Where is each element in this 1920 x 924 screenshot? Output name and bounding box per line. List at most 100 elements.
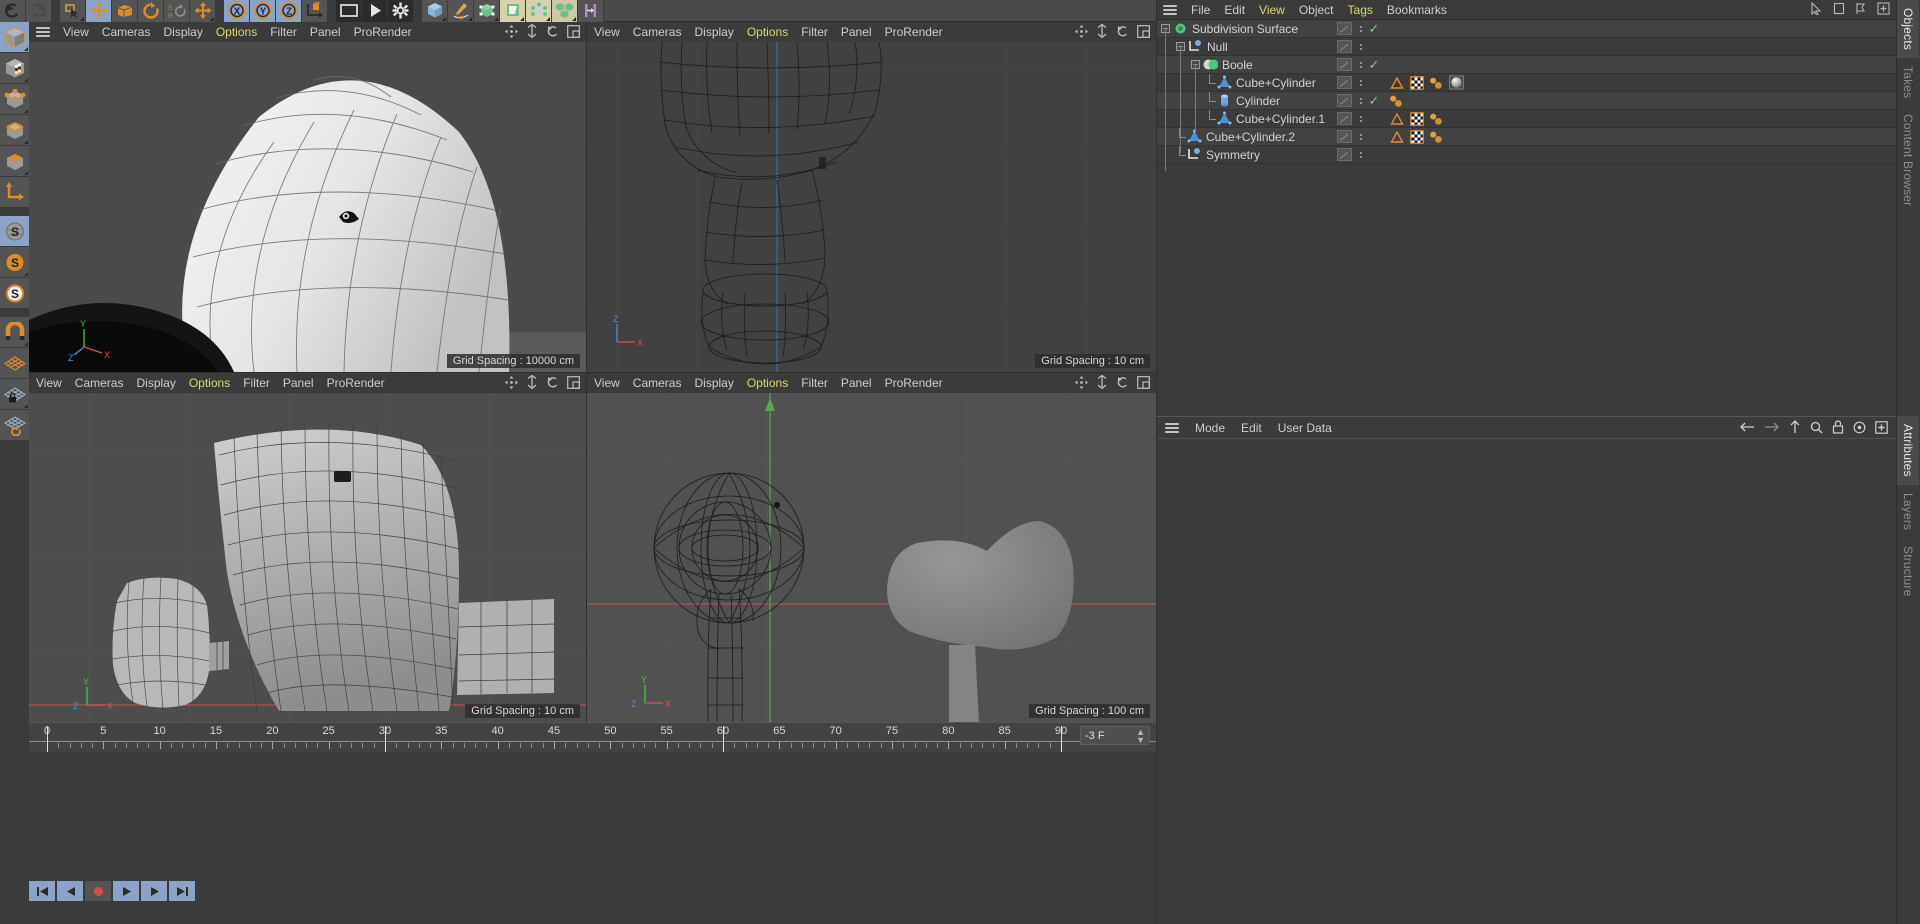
attribute-manager-menu-icon[interactable] — [1165, 423, 1179, 433]
vp1-menu-prorender[interactable]: ProRender — [354, 25, 412, 39]
right-canvas[interactable]: Y X Z — [29, 393, 586, 722]
rotate-view-icon[interactable] — [546, 376, 559, 389]
phong-tag[interactable] — [1389, 111, 1404, 126]
polygons-mode-button[interactable] — [0, 146, 29, 177]
x-axis-toggle[interactable]: X — [224, 0, 250, 22]
right-viewport[interactable]: View Cameras Display Options Filter Pane… — [29, 372, 586, 722]
vp1-menu-view[interactable]: View — [63, 25, 89, 39]
object-tree[interactable]: –Subdivision Surface✓–Null–Boole✓Cube+Cy… — [1157, 20, 1896, 164]
om-menu-file[interactable]: File — [1191, 3, 1210, 17]
texture-tag[interactable] — [1409, 129, 1424, 144]
tab-structure[interactable]: Structure — [1897, 538, 1919, 605]
layer-color-swatch[interactable] — [1337, 94, 1352, 107]
add-icon[interactable] — [1877, 2, 1890, 15]
vp4-menu-display[interactable]: Display — [694, 376, 733, 390]
visibility-dots[interactable] — [1355, 98, 1367, 104]
vp3-menu-cameras[interactable]: Cameras — [75, 376, 124, 390]
enable-axis-button[interactable]: S — [0, 216, 29, 247]
maximize-viewport-icon[interactable] — [567, 25, 580, 38]
up-arrow-icon[interactable] — [1789, 420, 1801, 434]
render-settings-button[interactable] — [388, 0, 414, 22]
vp1-menu-options[interactable]: Options — [216, 25, 257, 39]
object-name-cell[interactable]: –Boole — [1157, 56, 1333, 74]
zoom-dolly-icon[interactable] — [1096, 375, 1108, 389]
enabled-checkmark[interactable]: ✓ — [1367, 94, 1381, 107]
rotate-view-icon[interactable] — [1116, 376, 1129, 389]
texture-tag[interactable] — [1409, 75, 1424, 90]
vp3-menu-filter[interactable]: Filter — [243, 376, 270, 390]
object-row[interactable]: Cube+Cylinder.2 — [1157, 128, 1896, 146]
play-button[interactable] — [113, 881, 139, 901]
tab-layers[interactable]: Layers — [1897, 485, 1919, 538]
points-mode-button[interactable] — [0, 84, 29, 115]
object-row[interactable]: –Subdivision Surface✓ — [1157, 20, 1896, 38]
object-name-cell[interactable]: Cube+Cylinder.2 — [1157, 128, 1333, 146]
front-viewport[interactable]: View Cameras Display Options Filter Pane… — [586, 372, 1156, 722]
vp3-menu-panel[interactable]: Panel — [283, 376, 314, 390]
perspective-viewport[interactable]: View Cameras Display Options Filter Pane… — [29, 22, 586, 372]
visibility-dots[interactable] — [1355, 152, 1367, 158]
viewport-menu-icon[interactable] — [36, 27, 50, 37]
selection-tag[interactable] — [1429, 129, 1444, 144]
object-name-cell[interactable]: Cube+Cylinder — [1157, 74, 1333, 92]
object-row[interactable]: –Boole ✓ — [1157, 56, 1896, 74]
scale-tool-button[interactable] — [112, 0, 138, 22]
top-viewport[interactable]: View Cameras Display Options Filter Pane… — [586, 22, 1156, 372]
step-back-button[interactable] — [57, 881, 83, 901]
search-icon[interactable] — [1810, 421, 1823, 434]
world-coordinate-button[interactable] — [302, 0, 328, 22]
selection-tool-button[interactable] — [60, 0, 86, 22]
object-name-cell[interactable]: Symmetry — [1157, 146, 1333, 164]
vp2-menu-prorender[interactable]: ProRender — [885, 25, 943, 39]
visibility-dots[interactable] — [1355, 62, 1367, 68]
vp2-menu-view[interactable]: View — [594, 25, 620, 39]
visibility-dots[interactable] — [1355, 80, 1367, 86]
go-to-end-button[interactable] — [169, 881, 195, 901]
maximize-viewport-icon[interactable] — [1137, 376, 1150, 389]
pan-icon[interactable] — [505, 376, 518, 389]
viewport-solo-button[interactable]: S — [0, 278, 29, 309]
maximize-viewport-icon[interactable] — [567, 376, 580, 389]
vp3-menu-options[interactable]: Options — [189, 376, 230, 390]
tab-objects[interactable]: Objects — [1897, 0, 1919, 58]
selection-tag[interactable] — [1389, 93, 1404, 108]
vp4-menu-view[interactable]: View — [594, 376, 620, 390]
target-icon[interactable] — [1853, 421, 1866, 434]
vp4-menu-filter[interactable]: Filter — [801, 376, 828, 390]
om-menu-bookmarks[interactable]: Bookmarks — [1387, 3, 1447, 17]
selection-tag[interactable] — [1429, 75, 1444, 90]
vp1-menu-display[interactable]: Display — [163, 25, 202, 39]
z-axis-toggle[interactable]: Z — [276, 0, 302, 22]
om-menu-edit[interactable]: Edit — [1224, 3, 1245, 17]
vp1-menu-panel[interactable]: Panel — [310, 25, 341, 39]
tab-attributes[interactable]: Attributes — [1897, 416, 1919, 485]
mograph-button[interactable] — [552, 0, 578, 22]
phong-tag[interactable] — [1389, 129, 1404, 144]
layer-icon[interactable] — [1833, 2, 1845, 15]
front-canvas[interactable]: Y X Z — [587, 393, 1156, 722]
maximize-viewport-icon[interactable] — [1137, 25, 1150, 38]
vp4-menu-cameras[interactable]: Cameras — [633, 376, 682, 390]
snap-magnet-button[interactable] — [0, 317, 29, 348]
zoom-dolly-icon[interactable] — [526, 24, 538, 38]
object-row[interactable]: Cylinder✓ — [1157, 92, 1896, 110]
visibility-dots[interactable] — [1355, 116, 1367, 122]
lock-workplane-button[interactable] — [0, 379, 29, 410]
enabled-checkmark[interactable]: ✓ — [1367, 58, 1381, 71]
am-menu-mode[interactable]: Mode — [1195, 421, 1225, 435]
redo-button[interactable] — [26, 0, 52, 22]
om-menu-object[interactable]: Object — [1299, 3, 1334, 17]
sr-lock-button[interactable]: SR — [164, 0, 190, 22]
record-button[interactable] — [85, 881, 111, 901]
layer-color-swatch[interactable] — [1337, 58, 1352, 71]
flag-icon[interactable] — [1855, 2, 1867, 15]
cube-primitive-button[interactable] — [422, 0, 448, 22]
enabled-checkmark[interactable]: ✓ — [1367, 22, 1381, 35]
layer-color-swatch[interactable] — [1337, 40, 1352, 53]
axis-mode-button[interactable] — [0, 177, 29, 208]
rotate-view-icon[interactable] — [546, 25, 559, 38]
vp2-menu-cameras[interactable]: Cameras — [633, 25, 682, 39]
generator-button[interactable] — [474, 0, 500, 22]
step-forward-button[interactable] — [141, 881, 167, 901]
vp3-menu-view[interactable]: View — [36, 376, 62, 390]
